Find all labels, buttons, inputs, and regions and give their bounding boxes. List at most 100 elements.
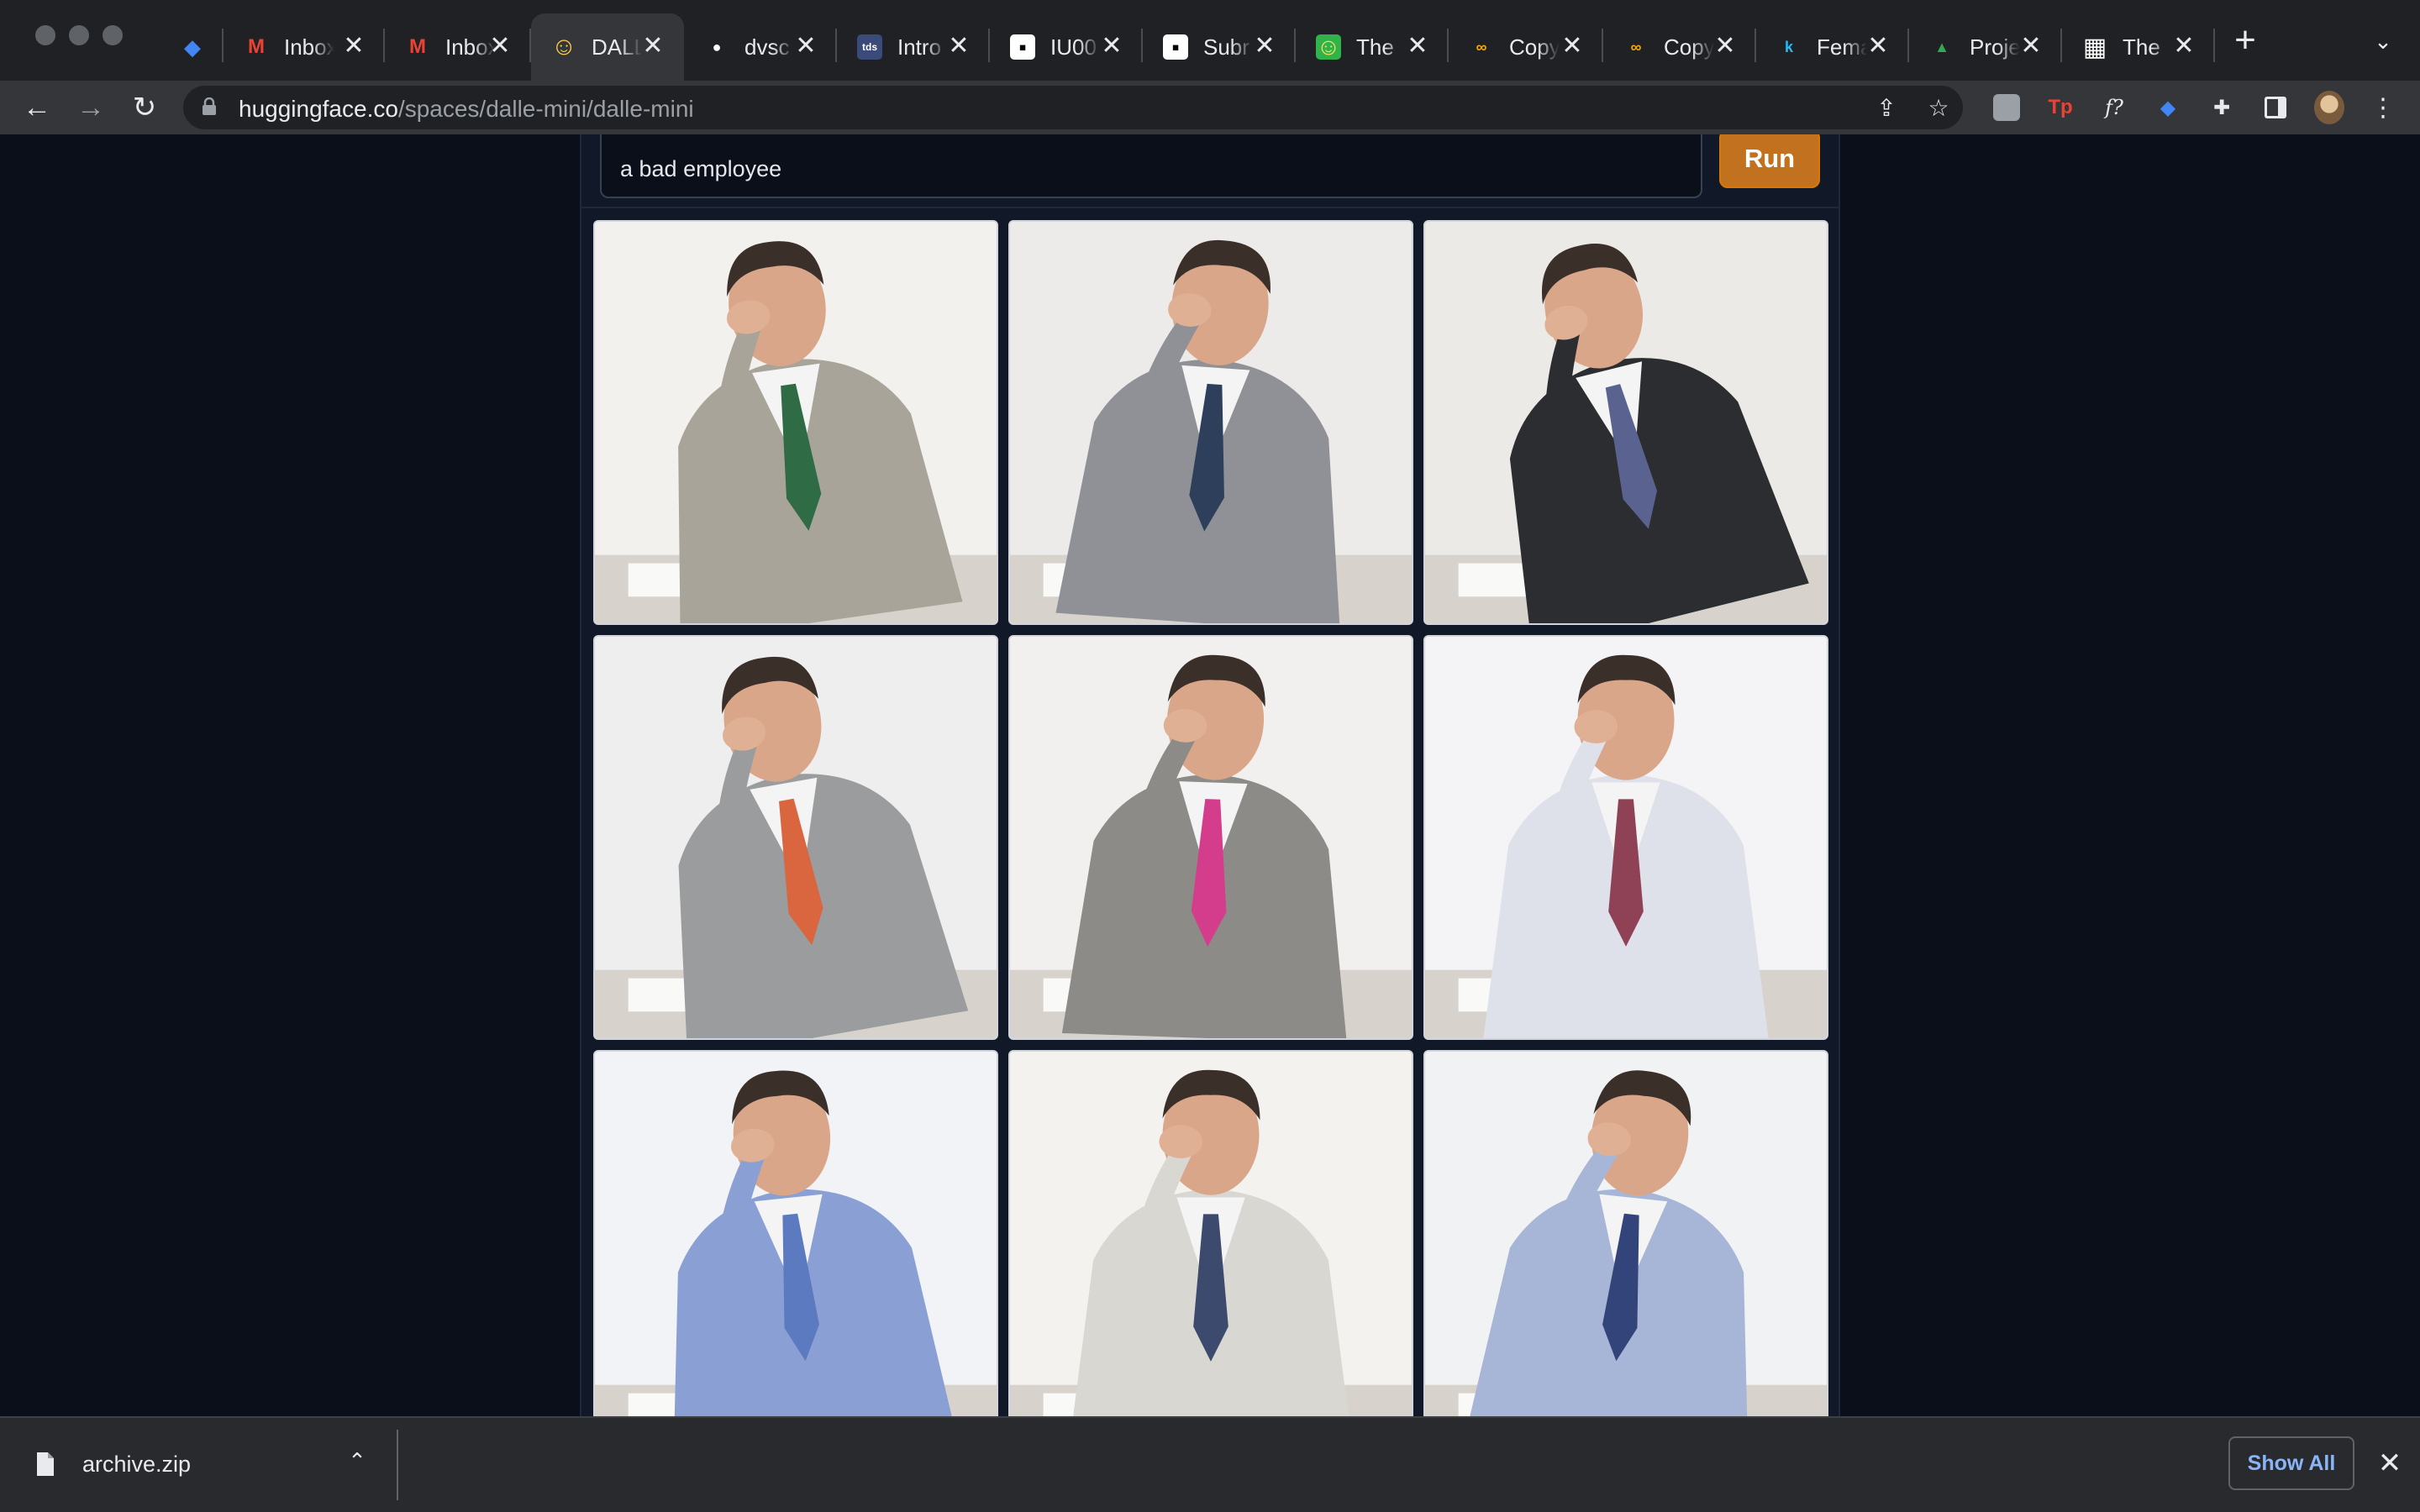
extension-reader-icon[interactable] bbox=[1991, 92, 2022, 123]
tab-5[interactable]: tds Intro ✕ bbox=[837, 13, 990, 81]
back-button[interactable]: ← bbox=[17, 87, 57, 128]
maximize-window-button[interactable] bbox=[103, 25, 123, 45]
tab-6[interactable]: ▪ IU00 ✕ bbox=[990, 13, 1143, 81]
generated-image[interactable] bbox=[1423, 635, 1828, 1040]
divider bbox=[397, 1430, 398, 1500]
extension-tp-icon[interactable]: Tp bbox=[2045, 92, 2075, 123]
colab-icon: ∞ bbox=[1630, 38, 1642, 55]
side-panel-icon[interactable] bbox=[2260, 92, 2291, 123]
address-bar[interactable]: huggingface.co/spaces/dalle-mini/dalle-m… bbox=[183, 86, 1963, 129]
reload-button[interactable]: ↻ bbox=[124, 87, 165, 128]
tab-11[interactable]: k Fema ✕ bbox=[1756, 13, 1909, 81]
tab-close-icon[interactable]: ✕ bbox=[2170, 32, 2198, 60]
download-file-name: archive.zip bbox=[82, 1452, 192, 1477]
forward-button[interactable]: → bbox=[71, 87, 111, 128]
browser-toolbar: ← → ↻ huggingface.co/spaces/dalle-mini/d… bbox=[0, 81, 2420, 134]
close-window-button[interactable] bbox=[35, 25, 55, 45]
tab-1[interactable]: M Inbox ✕ bbox=[224, 13, 385, 81]
qr-icon: ▦ bbox=[2082, 33, 2107, 61]
tab-title: DALL bbox=[592, 34, 642, 60]
extensions-puzzle-icon[interactable]: ✚ bbox=[2207, 92, 2237, 123]
profile-avatar[interactable] bbox=[2314, 91, 2344, 124]
run-button[interactable]: Run bbox=[1719, 134, 1820, 188]
tab-title: IU00 bbox=[1050, 34, 1097, 60]
colab-icon: ∞ bbox=[1476, 38, 1487, 55]
generated-image[interactable] bbox=[1008, 1050, 1413, 1416]
medium-icon: ▪ bbox=[1010, 34, 1035, 60]
show-all-button[interactable]: Show All bbox=[2228, 1436, 2354, 1490]
diamond-icon: ◆ bbox=[184, 34, 201, 60]
download-item[interactable]: archive.zip ⌃ bbox=[0, 1418, 397, 1512]
image-illustration bbox=[1010, 222, 1412, 623]
tds-icon: tds bbox=[857, 34, 882, 60]
smiley-icon: ☺ bbox=[1316, 34, 1341, 60]
generated-image[interactable] bbox=[593, 635, 998, 1040]
tab-0[interactable]: ◆ bbox=[160, 13, 224, 81]
divider bbox=[581, 207, 1839, 208]
extension-diamond-icon[interactable]: ◆ bbox=[2153, 92, 2183, 123]
image-illustration bbox=[1425, 637, 1827, 1038]
tab-close-icon[interactable]: ✕ bbox=[1558, 32, 1586, 60]
tab-close-icon[interactable]: ✕ bbox=[792, 32, 820, 60]
image-illustration bbox=[1010, 1052, 1412, 1416]
tab-title: Fema bbox=[1817, 34, 1867, 60]
gmail-icon: M bbox=[248, 35, 265, 58]
dalle-mini-panel: a bad employee Run bbox=[580, 134, 1840, 1416]
generated-image[interactable] bbox=[1008, 220, 1413, 625]
tab-title: The bbox=[1356, 34, 1394, 60]
tab-close-icon[interactable]: ✕ bbox=[2017, 32, 2045, 60]
new-tab-button[interactable]: + bbox=[2228, 22, 2262, 59]
image-illustration bbox=[1425, 1052, 1827, 1416]
tab-close-icon[interactable]: ✕ bbox=[1711, 32, 1739, 60]
tab-close-icon[interactable]: ✕ bbox=[1403, 32, 1432, 60]
generated-image[interactable] bbox=[1423, 220, 1828, 625]
bookmark-star-icon[interactable]: ☆ bbox=[1924, 94, 1953, 123]
prompt-text: a bad employee bbox=[620, 156, 782, 181]
lock-icon bbox=[203, 97, 216, 115]
tab-search-chevron-icon[interactable]: ⌄ bbox=[2370, 29, 2396, 55]
drive-icon: ▲ bbox=[1934, 38, 1949, 55]
generated-image[interactable] bbox=[593, 1050, 998, 1416]
browser-menu-icon[interactable]: ⋮ bbox=[2368, 92, 2398, 123]
tab-close-icon[interactable]: ✕ bbox=[639, 32, 667, 60]
tab-4[interactable]: ● dvsc ✕ bbox=[684, 13, 837, 81]
tab-close-icon[interactable]: ✕ bbox=[486, 32, 514, 60]
kaggle-icon: k bbox=[1784, 38, 1793, 55]
tab-title: Copy bbox=[1664, 34, 1714, 60]
tab-title: Proje bbox=[1970, 34, 2020, 60]
url-text: huggingface.co/spaces/dalle-mini/dalle-m… bbox=[239, 96, 694, 122]
tab-7[interactable]: ▪ Subr ✕ bbox=[1143, 13, 1296, 81]
image-illustration bbox=[595, 1052, 997, 1416]
tab-title: Copy bbox=[1509, 34, 1560, 60]
tab-title: dvsc bbox=[744, 34, 790, 60]
tab-title: The bbox=[2123, 34, 2160, 60]
gmail-icon: M bbox=[409, 35, 426, 58]
tab-close-icon[interactable]: ✕ bbox=[944, 32, 973, 60]
share-icon[interactable]: ⇪ bbox=[1872, 94, 1901, 123]
generated-image[interactable] bbox=[1008, 635, 1413, 1040]
image-illustration bbox=[595, 222, 997, 623]
tab-title: Intro bbox=[897, 34, 942, 60]
tab-close-icon[interactable]: ✕ bbox=[1864, 32, 1892, 60]
tab-close-icon[interactable]: ✕ bbox=[1250, 32, 1279, 60]
tab-2[interactable]: M Inbox ✕ bbox=[385, 13, 531, 81]
close-icon[interactable]: ✕ bbox=[2375, 1448, 2405, 1478]
generated-image[interactable] bbox=[593, 220, 998, 625]
prompt-input[interactable]: a bad employee bbox=[600, 134, 1702, 198]
tab-12[interactable]: ▲ Proje ✕ bbox=[1909, 13, 2062, 81]
chevron-up-icon[interactable]: ⌃ bbox=[345, 1448, 370, 1478]
tab-10[interactable]: ∞ Copy ✕ bbox=[1603, 13, 1756, 81]
download-shelf: archive.zip ⌃ Show All ✕ bbox=[0, 1416, 2420, 1512]
minimize-window-button[interactable] bbox=[69, 25, 89, 45]
image-illustration bbox=[1010, 637, 1412, 1038]
file-icon bbox=[37, 1452, 54, 1476]
tab-9[interactable]: ∞ Copy ✕ bbox=[1449, 13, 1603, 81]
tab-13[interactable]: ▦ The ✕ bbox=[2062, 13, 2215, 81]
generated-image[interactable] bbox=[1423, 1050, 1828, 1416]
tab-strip: ◆ M Inbox ✕ M Inbox ✕ ☺ DALL ✕ ● dvsc ✕ tds Intro ✕ ▪ IU0… bbox=[0, 0, 2420, 81]
tab-8[interactable]: ☺ The ✕ bbox=[1296, 13, 1449, 81]
tab-close-icon[interactable]: ✕ bbox=[339, 32, 368, 60]
tab-close-icon[interactable]: ✕ bbox=[1097, 32, 1126, 60]
extension-formula-icon[interactable]: f? bbox=[2099, 92, 2129, 123]
tab-3[interactable]: ☺ DALL ✕ bbox=[531, 13, 684, 81]
